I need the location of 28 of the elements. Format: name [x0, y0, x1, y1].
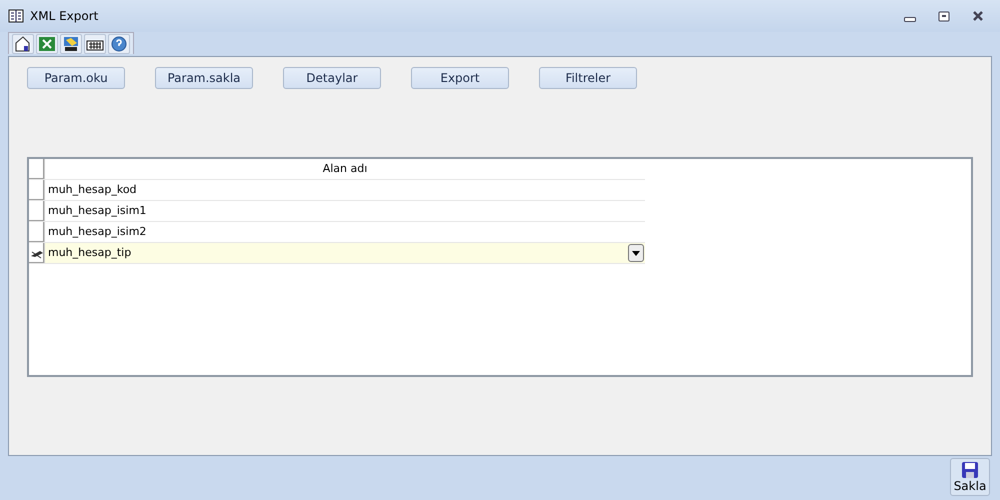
dropdown-button[interactable]: [628, 244, 644, 262]
action-button[interactable]: Detaylar: [283, 67, 381, 89]
maximize-icon: [936, 9, 952, 23]
column-header[interactable]: Alan adı: [45, 159, 645, 179]
hand-icon: [61, 34, 81, 54]
minimize-icon: [904, 16, 916, 22]
toolbar-button[interactable]: [84, 34, 106, 54]
action-button[interactable]: Param.oku: [27, 67, 125, 89]
table-cell[interactable]: muh_hesap_isim2: [45, 222, 645, 242]
table-cell[interactable]: muh_hesap_tip: [45, 243, 645, 263]
caret-icon: [631, 250, 641, 256]
toolbar-button[interactable]: [12, 34, 34, 54]
help-icon: [109, 34, 129, 54]
row-selector[interactable]: [29, 243, 45, 263]
table-cell[interactable]: muh_hesap_isim1: [45, 201, 645, 221]
save-button[interactable]: Sakla: [950, 458, 990, 496]
table-cell[interactable]: muh_hesap_kod: [45, 180, 645, 200]
app-icon: [8, 8, 24, 24]
action-button[interactable]: Export: [411, 67, 509, 89]
toolbar-button[interactable]: [108, 34, 130, 54]
maximize-button[interactable]: [936, 9, 952, 23]
action-button[interactable]: Param.sakla: [155, 67, 253, 89]
action-button[interactable]: Filtreler: [539, 67, 637, 89]
close-icon: [970, 9, 986, 23]
toolbar-button[interactable]: [60, 34, 82, 54]
close-button[interactable]: [970, 9, 986, 23]
spreadsheet-icon: [37, 34, 57, 54]
window-title: XML Export: [30, 9, 98, 23]
